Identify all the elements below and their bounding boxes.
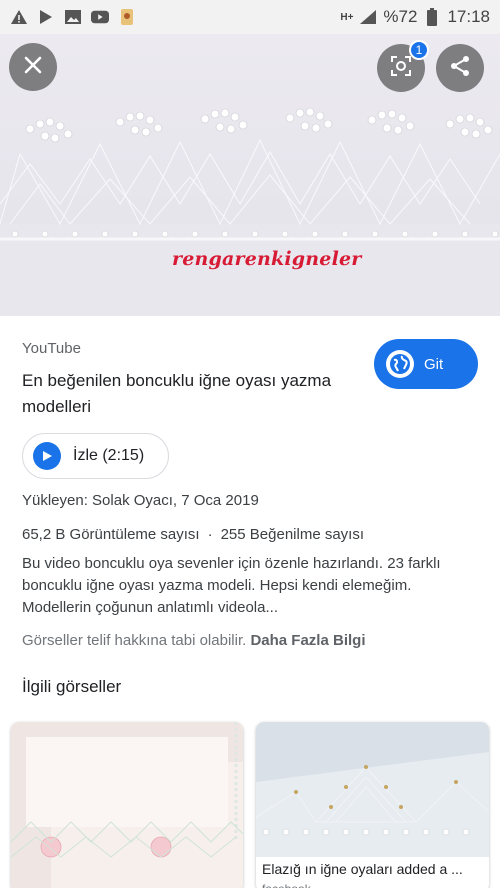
lens-badge: 1 [409, 40, 429, 60]
hero-image[interactable]: rengarenkigneler 1 [0, 34, 500, 316]
app-notification-icon [118, 9, 136, 25]
source-name: YouTube [22, 340, 81, 357]
warning-icon [10, 9, 28, 25]
video-description: Bu video boncuklu oya sevenler için özen… [22, 555, 441, 616]
close-button[interactable] [9, 43, 57, 91]
share-button[interactable] [436, 44, 484, 92]
related-image-card[interactable]: Elazığ ın iğne oyaları added a ... faceb… [256, 722, 489, 888]
related-image-card[interactable] [11, 722, 243, 888]
related-image-source: facebook [262, 882, 311, 888]
battery-icon [423, 8, 441, 26]
watch-label: İzle (2:15) [73, 447, 145, 464]
close-icon [23, 55, 43, 80]
related-image-caption: Elazığ ın iğne oyaları added a ... [262, 861, 463, 877]
stats-separator: · [207, 526, 213, 543]
more-info-link[interactable]: Daha Fazla Bilgi [250, 632, 365, 649]
like-count: 255 Beğenilme sayısı [220, 526, 365, 543]
copyright-notice: Görseller telif hakkına tabi olabilir. D… [22, 632, 365, 649]
visit-button[interactable]: Git [374, 339, 478, 389]
status-bar: H+ %72 17:18 [0, 0, 500, 34]
gallery-icon [64, 9, 82, 25]
play-store-icon [37, 9, 55, 25]
visit-label: Git [424, 355, 444, 373]
related-images-heading: İlgili görseller [22, 677, 122, 696]
battery-level: %72 [383, 7, 418, 26]
lens-icon [389, 54, 413, 83]
result-title[interactable]: En beğenilen boncuklu iğne oyası yazma m… [22, 368, 352, 420]
uploader-info: Yükleyen: Solak Oyacı, 7 Oca 2019 [22, 492, 259, 509]
lace-pattern-image [0, 34, 500, 316]
view-count: 65,2 B Görüntüleme sayısı [22, 526, 200, 543]
related-image-thumbnail [11, 722, 243, 888]
play-icon [33, 442, 61, 470]
copyright-text: Görseller telif hakkına tabi olabilir. [22, 632, 247, 649]
related-image-thumbnail [256, 722, 489, 857]
watch-button[interactable]: İzle (2:15) [22, 433, 169, 479]
signal-icon [359, 9, 377, 25]
video-stats: 65,2 B Görüntüleme sayısı · 255 Beğenilm… [22, 526, 364, 543]
youtube-icon [91, 9, 109, 25]
network-type: H+ [340, 11, 354, 23]
clock: 17:18 [447, 7, 490, 26]
globe-icon [386, 350, 414, 378]
image-watermark: rengarenkigneler [172, 248, 362, 270]
share-icon [448, 54, 472, 83]
